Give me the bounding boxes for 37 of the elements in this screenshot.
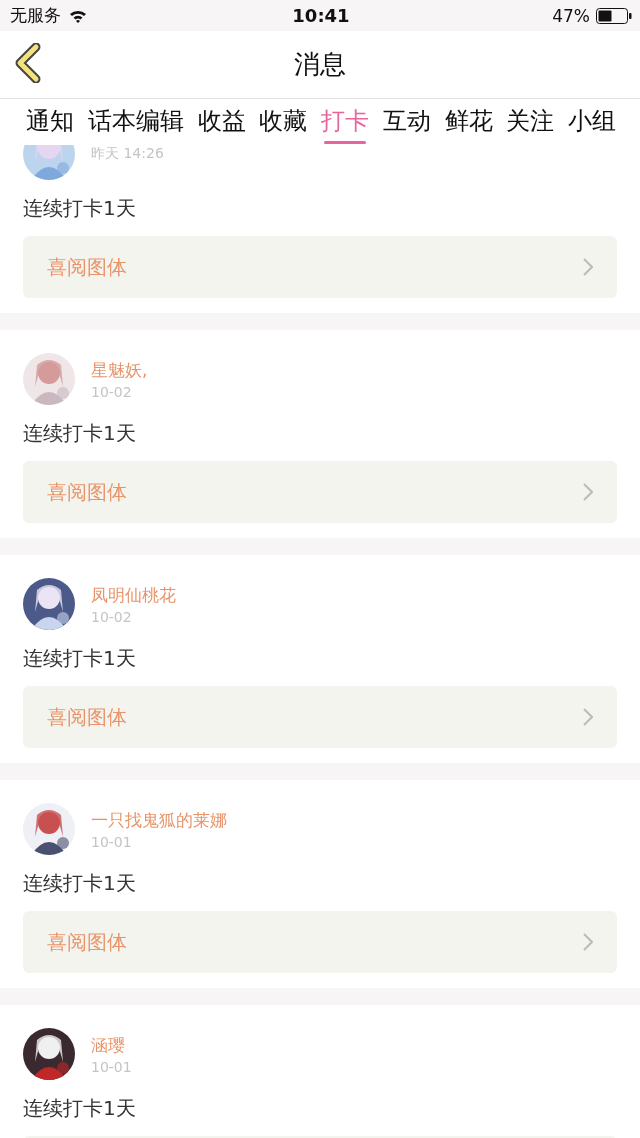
- battery-icon: [596, 7, 632, 24]
- message-text: 连续打卡1天: [23, 645, 137, 672]
- book-link[interactable]: 喜阅图体: [23, 461, 617, 523]
- tab[interactable]: 打卡: [321, 99, 369, 145]
- tab[interactable]: 鲜花: [444, 99, 493, 145]
- battery-percent: 47%: [552, 5, 590, 26]
- user-name[interactable]: 一只找鬼狐的莱娜: [91, 808, 227, 832]
- message-text: 连续打卡1天: [23, 870, 137, 897]
- message-text: 连续打卡1天: [23, 420, 137, 447]
- book-link[interactable]: 喜阅图体: [23, 686, 617, 748]
- user-name[interactable]: 星魅妖,: [91, 358, 148, 382]
- chevron-right-icon: [583, 483, 593, 501]
- tab[interactable]: 收益: [197, 99, 246, 145]
- tab[interactable]: 话本编辑: [87, 99, 184, 145]
- message-text: 连续打卡1天: [23, 195, 137, 222]
- chevron-right-icon: [583, 933, 593, 951]
- tab[interactable]: 小组: [568, 99, 616, 145]
- user-name[interactable]: 涵璎: [91, 1033, 132, 1057]
- message-date: 10-02: [91, 383, 133, 400]
- user-name[interactable]: 凤明仙桃花: [91, 583, 176, 607]
- tab[interactable]: 关注: [506, 99, 555, 145]
- message-date: 10-01: [91, 833, 133, 850]
- chevron-right-icon: [583, 708, 593, 726]
- message-date: 10-01: [91, 1058, 132, 1075]
- message-date: 10-02: [91, 608, 133, 625]
- tab[interactable]: 互动: [382, 99, 431, 145]
- tab[interactable]: 通知: [26, 99, 74, 145]
- message-text: 连续打卡1天: [23, 1095, 137, 1122]
- book-link[interactable]: 喜阅图体: [23, 236, 617, 298]
- tab[interactable]: 收藏: [259, 99, 308, 145]
- book-link[interactable]: 喜阅图体: [23, 911, 617, 973]
- chevron-right-icon: [583, 258, 593, 276]
- page-title: 消息: [294, 48, 346, 81]
- clock-time: 10:41: [292, 5, 350, 26]
- message-date: 昨天 14:26: [91, 145, 164, 163]
- wifi-icon: [69, 8, 87, 23]
- carrier-text: 无服务: [10, 4, 61, 27]
